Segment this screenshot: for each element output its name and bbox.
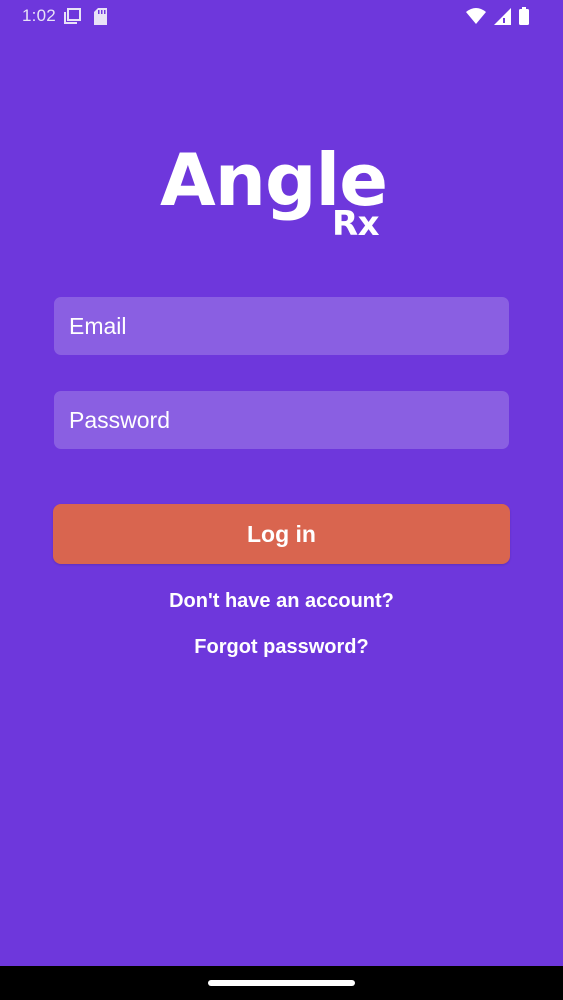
logo-subtitle: Rx — [332, 204, 380, 244]
app-logo: Angle Rx — [160, 140, 405, 245]
password-field[interactable] — [54, 391, 509, 449]
sd-card-icon — [94, 8, 108, 25]
status-bar: 1:02 — [0, 0, 563, 34]
status-left-icons — [64, 8, 108, 25]
login-button[interactable]: Log in — [53, 504, 510, 564]
status-right-icons — [466, 7, 529, 25]
signup-link[interactable]: Don't have an account? — [0, 590, 563, 613]
wifi-icon — [466, 8, 486, 24]
email-field[interactable] — [54, 297, 509, 355]
cell-signal-icon — [494, 7, 511, 25]
forgot-password-link[interactable]: Forgot password? — [0, 636, 563, 659]
status-time: 1:02 — [22, 6, 56, 25]
navigation-bar — [0, 966, 563, 1000]
home-handle[interactable] — [208, 980, 355, 986]
screen-icon — [64, 8, 82, 25]
battery-icon — [519, 7, 529, 25]
